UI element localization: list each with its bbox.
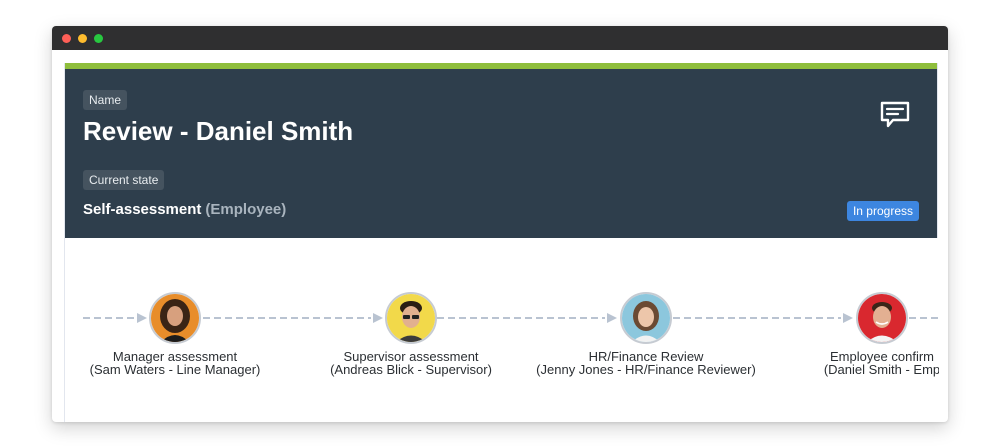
workflow-step-supervisor-assessment[interactable]: Supervisor assessment (Andreas Blick - S… xyxy=(291,292,531,376)
page-title: Review - Daniel Smith xyxy=(83,116,354,146)
step-assignee: (Daniel Smith - Emp xyxy=(823,362,939,377)
current-state-label: Current state xyxy=(83,170,165,190)
step-assignee: (Sam Waters - Line Manager) xyxy=(89,362,261,377)
minimize-window-button[interactable] xyxy=(78,34,87,43)
state-role: (Employee) xyxy=(205,201,287,218)
comment-icon[interactable] xyxy=(879,99,911,131)
browser-window: Name Review - Daniel Smith Current state… xyxy=(52,26,948,422)
review-header: Name Review - Daniel Smith Current state… xyxy=(65,69,937,238)
workflow-step-manager-assessment[interactable]: Manager assessment (Sam Waters - Line Ma… xyxy=(65,292,295,376)
workflow-timeline: Manager assessment (Sam Waters - Line Ma… xyxy=(65,238,939,422)
avatar xyxy=(620,292,672,344)
name-label: Name xyxy=(83,90,128,110)
step-assignee: (Andreas Blick - Supervisor) xyxy=(330,362,492,377)
window-titlebar xyxy=(52,26,948,50)
review-card: Name Review - Daniel Smith Current state… xyxy=(64,63,939,422)
avatar xyxy=(149,292,201,344)
current-state: Self-assessment (Employee) xyxy=(83,201,286,218)
workflow-step-employee-confirm[interactable]: Employee confirm (Daniel Smith - Emp xyxy=(762,292,939,376)
close-window-button[interactable] xyxy=(62,34,71,43)
state-name: Self-assessment xyxy=(83,201,202,218)
maximize-window-button[interactable] xyxy=(94,34,103,43)
step-assignee: (Jenny Jones - HR/Finance Reviewer) xyxy=(536,362,756,377)
avatar xyxy=(856,292,908,344)
avatar xyxy=(385,292,437,344)
status-badge: In progress xyxy=(846,201,919,221)
workflow-step-hr-finance-review[interactable]: HR/Finance Review (Jenny Jones - HR/Fina… xyxy=(526,292,766,376)
